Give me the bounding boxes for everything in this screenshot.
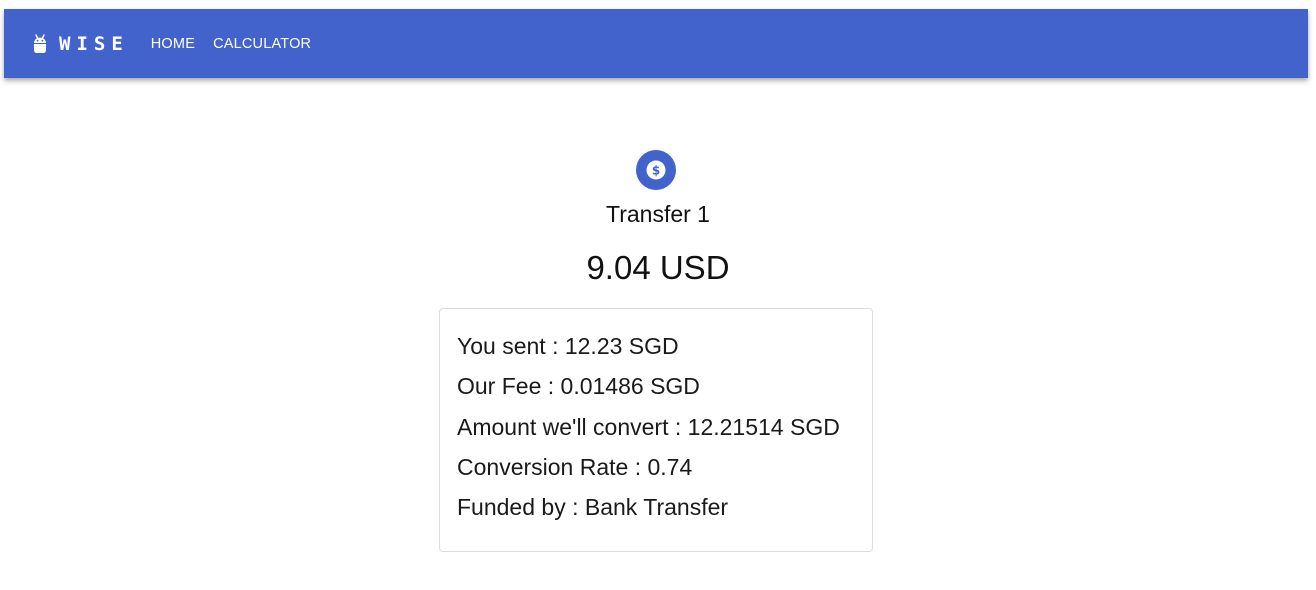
app-bar: WISE HOME CALCULATOR <box>4 9 1308 78</box>
detail-conversion-rate: Conversion Rate : 0.74 <box>457 453 693 480</box>
detail-you-sent: You sent : 12.23 SGD <box>457 333 679 359</box>
detail-fee: Our Fee : 0.01486 SGD <box>457 373 700 400</box>
transfer-title: Transfer 1 <box>606 201 710 227</box>
nav-calculator-link[interactable]: CALCULATOR <box>213 36 311 52</box>
detail-convert-amount: Amount we'll convert : 12.21514 SGD <box>457 413 840 440</box>
transfer-avatar: $ <box>636 150 676 190</box>
brand-name: WISE <box>59 32 129 55</box>
transfer-details-card: You sent : 12.23 SGD Our Fee : 0.01486 S… <box>439 308 873 552</box>
detail-funded-by: Funded by : Bank Transfer <box>457 494 729 521</box>
brand-logo[interactable]: WISE <box>32 33 129 55</box>
dollar-coin-icon: $ <box>646 160 666 180</box>
nav-home-link[interactable]: HOME <box>151 36 195 52</box>
top-nav: HOME CALCULATOR <box>151 36 329 52</box>
transfer-amount: 9.04 USD <box>586 249 730 286</box>
svg-text:$: $ <box>652 163 660 177</box>
android-icon <box>34 33 46 53</box>
